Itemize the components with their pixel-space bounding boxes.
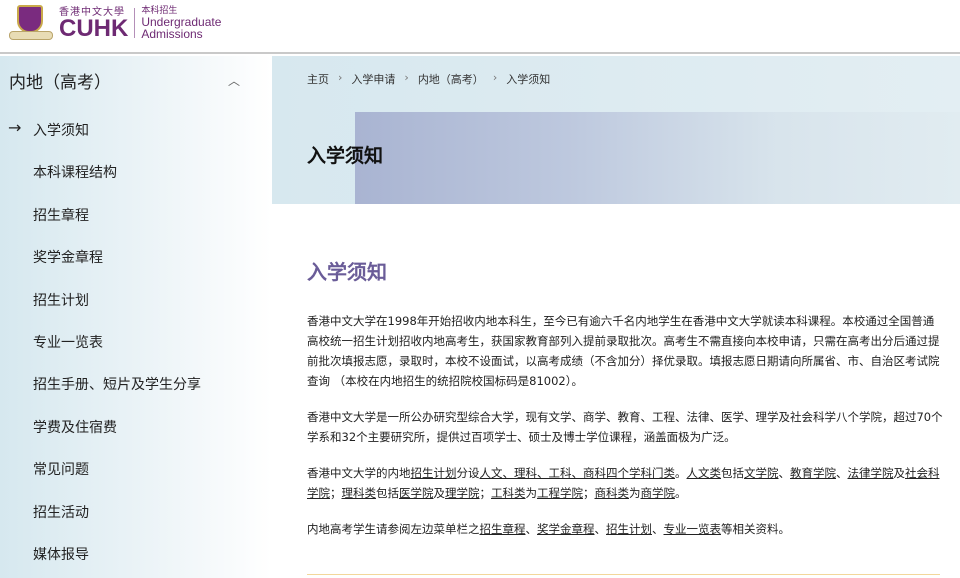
inline-link[interactable]: 医学院 bbox=[399, 486, 434, 500]
main-content: 入学须知 香港中文大学在1998年开始招收内地本科生，至今已有逾六千名内地学生在… bbox=[307, 256, 943, 555]
breadcrumb: 主页 › 入学申请 › 内地（高考） › 入学须知 bbox=[307, 71, 550, 87]
sidebar-item[interactable]: 招生手册、短片及学生分享 bbox=[33, 374, 201, 394]
logo-divider bbox=[134, 8, 136, 38]
chevron-up-icon[interactable]: ︿ bbox=[228, 72, 240, 89]
inline-link[interactable]: 工科类 bbox=[491, 486, 526, 500]
text-segment: 分设 bbox=[456, 466, 480, 480]
breadcrumb-item[interactable]: 主页 bbox=[307, 71, 329, 87]
text-segment: 包括 bbox=[376, 486, 399, 500]
paragraph-intro: 香港中文大学在1998年开始招收内地本科生，至今已有逾六千名内地学生在香港中文大… bbox=[307, 314, 940, 388]
sidebar-item[interactable]: 招生计划 bbox=[33, 290, 89, 310]
page-banner: 主页 › 入学申请 › 内地（高考） › 入学须知 入学须知 bbox=[272, 56, 960, 204]
paragraph-university: 香港中文大学是一所公办研究型综合大学，现有文学、商学、教育、工程、法律、医学、理… bbox=[307, 410, 943, 444]
text-segment: 、 bbox=[594, 522, 607, 536]
text-segment: 等相关资料。 bbox=[721, 522, 790, 536]
inline-link[interactable]: 工程学院 bbox=[537, 486, 583, 500]
text-segment: 。 bbox=[675, 466, 687, 480]
text-segment: ； bbox=[330, 486, 342, 500]
breadcrumb-item[interactable]: 内地（高考） bbox=[418, 71, 484, 87]
inline-link[interactable]: 文学院 bbox=[744, 466, 779, 480]
inline-link[interactable]: 人文类 bbox=[687, 466, 722, 480]
sidebar-item[interactable]: 专业一览表 bbox=[33, 332, 103, 352]
breadcrumb-item[interactable]: 入学申请 bbox=[351, 71, 395, 87]
divider bbox=[307, 574, 940, 575]
unit-en-2: Admissions bbox=[141, 27, 203, 41]
text-segment: 、 bbox=[525, 522, 538, 536]
inline-link[interactable]: 招生章程 bbox=[480, 522, 526, 536]
page-heading: 入学须知 bbox=[307, 260, 387, 284]
paragraph-references: 内地高考学生请参阅左边菜单栏之招生章程、奖学金章程、招生计划、专业一览表等相关资… bbox=[307, 519, 943, 539]
logo-en: CUHK bbox=[59, 14, 129, 42]
sidebar-item[interactable]: 媒体报导 bbox=[33, 544, 89, 564]
inline-link[interactable]: 奖学金章程 bbox=[537, 522, 595, 536]
inline-link[interactable]: 商科类 bbox=[595, 486, 630, 500]
sidebar: 内地（高考） ︿ → 入学须知本科课程结构 招生章程奖学金章程招生计划专业一览表招… bbox=[0, 56, 272, 578]
chevron-right-icon: › bbox=[404, 71, 409, 84]
text-segment: 为 bbox=[525, 486, 538, 500]
sidebar-item[interactable]: 奖学金章程 bbox=[33, 247, 103, 267]
sidebar-item[interactable]: 常见问题 bbox=[33, 459, 89, 479]
text-segment: 为 bbox=[629, 486, 641, 500]
text-segment: 、 bbox=[652, 522, 664, 536]
inline-link[interactable]: 人文、理科、工科、商科四个学科门类 bbox=[480, 466, 676, 480]
text-segment: 及 bbox=[433, 486, 446, 500]
text-segment: 内地高考学生请参阅左边菜单栏之 bbox=[307, 522, 480, 536]
inline-link[interactable]: 教育学院 bbox=[790, 466, 836, 480]
text-segment: ； bbox=[583, 486, 595, 500]
inline-link[interactable]: 法律学院 bbox=[848, 466, 894, 480]
inline-link[interactable]: 理学院 bbox=[445, 486, 480, 500]
sidebar-item[interactable]: 招生活动 bbox=[33, 502, 89, 522]
inline-link[interactable]: 理科类 bbox=[342, 486, 377, 500]
inline-link[interactable]: 商学院 bbox=[641, 486, 676, 500]
arrow-right-icon: → bbox=[8, 118, 22, 137]
text-segment: 、 bbox=[836, 466, 848, 480]
text-segment: 及 bbox=[893, 466, 906, 480]
text-segment: 。 bbox=[675, 486, 687, 500]
sidebar-item[interactable]: 招生章程 bbox=[33, 205, 89, 225]
breadcrumb-item: 入学须知 bbox=[506, 73, 551, 86]
cuhk-logo[interactable]: 香港中文大學 CUHK 本科招生 Undergraduate Admission… bbox=[9, 5, 221, 41]
chevron-right-icon: › bbox=[492, 71, 498, 84]
paragraph-disciplines: 香港中文大学的内地招生计划分设人文、理科、工科、商科四个学科门类。人文类包括文学… bbox=[307, 463, 943, 503]
banner-title: 入学须知 bbox=[307, 145, 384, 167]
text-segment: 、 bbox=[778, 466, 791, 480]
sidebar-item[interactable]: 本科课程结构 bbox=[33, 162, 117, 182]
sidebar-title[interactable]: 内地（高考） bbox=[9, 68, 111, 93]
site-header: 香港中文大學 CUHK 本科招生 Undergraduate Admission… bbox=[0, 0, 960, 54]
banner-decoration bbox=[355, 112, 960, 204]
chevron-right-icon: › bbox=[338, 71, 343, 84]
text-segment: 香港中文大学的内地 bbox=[307, 466, 411, 480]
inline-link[interactable]: 招生计划 bbox=[606, 522, 652, 536]
sidebar-item[interactable]: 学费及住宿费 bbox=[33, 417, 117, 437]
sidebar-item[interactable]: 入学须知 bbox=[33, 120, 89, 140]
inline-link[interactable]: 专业一览表 bbox=[664, 522, 722, 536]
text-segment: ； bbox=[479, 486, 492, 500]
crest-icon bbox=[9, 5, 53, 41]
inline-link[interactable]: 招生计划 bbox=[411, 466, 457, 480]
text-segment: 包括 bbox=[721, 466, 744, 480]
